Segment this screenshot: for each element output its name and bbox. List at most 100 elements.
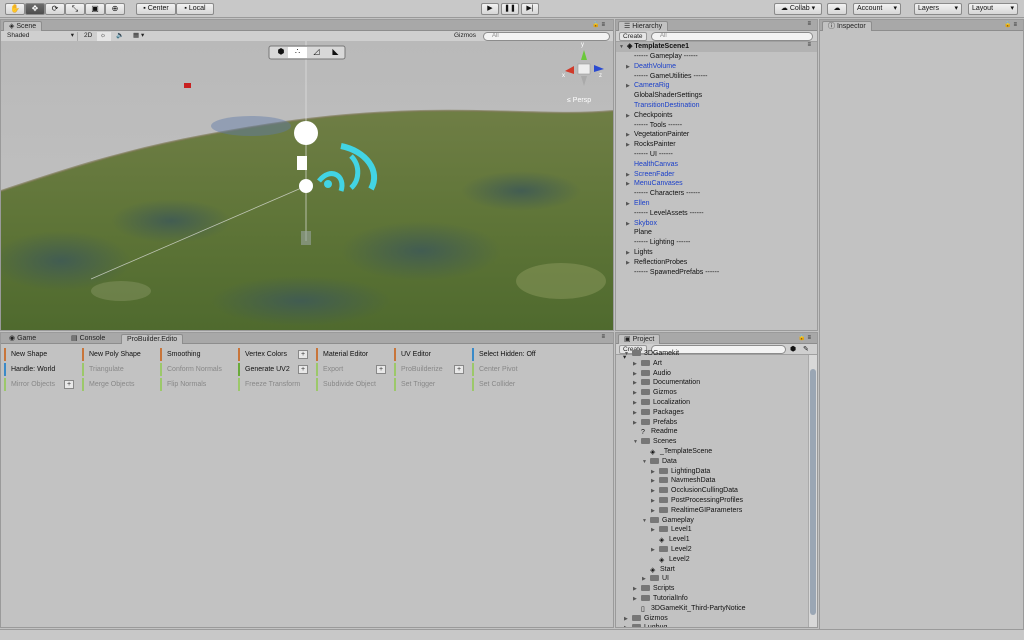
hierarchy-item[interactable]: ▶ Lights bbox=[626, 248, 653, 258]
project-item[interactable]: ▶ Localization bbox=[633, 398, 690, 408]
probuilder-action-button[interactable]: Freeze Transform bbox=[238, 378, 312, 391]
hierarchy-item[interactable]: ------ Lighting ------ bbox=[626, 238, 690, 248]
project-scroll-thumb[interactable] bbox=[810, 369, 816, 615]
hierarchy-item[interactable]: ▶ RocksPainter bbox=[626, 140, 676, 150]
hierarchy-menu-icon[interactable]: ≡ bbox=[807, 21, 811, 27]
project-item[interactable]: ▶ Audio bbox=[633, 369, 671, 379]
move-tool-button[interactable]: ✥ bbox=[25, 3, 45, 15]
project-item[interactable]: ? Readme bbox=[633, 427, 677, 437]
hierarchy-item[interactable]: ------ Gameplay ------ bbox=[626, 52, 698, 62]
effects-dropdown[interactable]: ▦ ▾ bbox=[130, 32, 152, 41]
project-item[interactable]: ▶ LightingData bbox=[651, 467, 710, 477]
project-scrollbar[interactable] bbox=[808, 355, 817, 627]
probuilder-action-button[interactable]: Smoothing bbox=[160, 348, 234, 361]
project-item[interactable]: ▶ Level1 bbox=[651, 525, 692, 535]
hierarchy-item[interactable]: ▶ ScreenFader bbox=[626, 170, 674, 180]
project-item[interactable]: ▼ Data bbox=[642, 457, 677, 467]
project-item[interactable]: ▼ Gameplay bbox=[642, 516, 694, 526]
project-menu-icon[interactable]: 🔒 ≡ bbox=[798, 334, 811, 341]
probuilder-action-button[interactable]: Center Pivot bbox=[472, 363, 546, 376]
hierarchy-scene-row[interactable]: ▼ ◈ TemplateScene1 ≡ bbox=[616, 42, 817, 52]
probuilder-action-button[interactable]: Material Editor bbox=[316, 348, 390, 361]
edge-mode-button[interactable]: ◿ bbox=[308, 47, 325, 58]
expand-arrow-icon[interactable]: ▶ bbox=[624, 624, 632, 627]
gizmos-dropdown[interactable]: Gizmos ▾ bbox=[451, 32, 481, 47]
expand-arrow-icon[interactable]: ▼ bbox=[624, 350, 632, 360]
shading-mode-dropdown[interactable]: Shaded ▾ bbox=[4, 32, 78, 41]
options-plus-button[interactable]: + bbox=[64, 380, 74, 389]
options-plus-button[interactable]: + bbox=[298, 365, 308, 374]
project-item[interactable]: ▶ Gizmos bbox=[633, 388, 677, 398]
scene-search-input[interactable]: All bbox=[483, 32, 610, 41]
project-item[interactable]: ▼ Scenes bbox=[633, 437, 676, 447]
probuilder-action-button[interactable]: Flip Normals bbox=[160, 378, 234, 391]
project-item[interactable]: ▶ NavmeshData bbox=[651, 476, 715, 486]
collab-dropdown[interactable]: ☁ Collab ▾ bbox=[774, 3, 822, 15]
project-item[interactable]: ◈ Level2 bbox=[651, 555, 690, 565]
project-item[interactable]: ▶ TutorialInfo bbox=[633, 594, 688, 604]
probuilder-action-button[interactable]: Set Collider bbox=[472, 378, 546, 391]
light-gizmo[interactable] bbox=[184, 83, 191, 88]
hierarchy-item[interactable]: ▶ Skybox bbox=[626, 219, 657, 229]
panel-menu-icon[interactable]: 🔒 ≡ bbox=[592, 21, 605, 28]
hierarchy-item[interactable]: ▶ Ellen bbox=[626, 199, 650, 209]
hierarchy-search-input[interactable]: All bbox=[651, 32, 813, 41]
probuilder-action-button[interactable]: Set Trigger bbox=[394, 378, 468, 391]
probuilder-action-button[interactable]: New Poly Shape bbox=[82, 348, 156, 361]
play-button[interactable]: ▶ bbox=[481, 3, 499, 15]
tab-probuilder[interactable]: ProBuilder.Edito bbox=[121, 334, 184, 344]
project-item[interactable]: ▶ Level2 bbox=[651, 545, 692, 555]
tab-hierarchy[interactable]: ☰ Hierarchy bbox=[618, 21, 669, 31]
hierarchy-item[interactable]: ------ GameUtilities ------ bbox=[626, 72, 707, 82]
expand-arrow-icon[interactable]: ▼ bbox=[633, 438, 641, 448]
hierarchy-item[interactable]: ------ LevelAssets ------ bbox=[626, 209, 704, 219]
step-button[interactable]: ▶| bbox=[521, 3, 539, 15]
tab-console[interactable]: ▤ Console bbox=[66, 334, 110, 344]
hierarchy-item[interactable]: ▶ DeathVolume bbox=[626, 62, 676, 72]
hierarchy-item[interactable]: ------ Characters ------ bbox=[626, 189, 700, 199]
project-item[interactable]: ▯ 3DGameKit_Third-PartyNotice bbox=[633, 604, 746, 614]
lighting-toggle[interactable]: ☼ bbox=[97, 32, 111, 41]
project-item[interactable]: ◈ Level1 bbox=[651, 535, 690, 545]
layers-dropdown[interactable]: Layers ▾ bbox=[914, 3, 962, 15]
project-item[interactable]: ▶ Gizmos bbox=[624, 614, 668, 624]
hierarchy-item[interactable]: ▶ Checkpoints bbox=[626, 111, 673, 121]
bottom-panel-menu-icon[interactable]: ≡ bbox=[601, 334, 605, 340]
object-mode-button[interactable]: ⬢ bbox=[274, 47, 288, 58]
expand-arrow-icon[interactable]: ▼ bbox=[642, 517, 650, 527]
probuilder-action-button[interactable]: Conform Normals bbox=[160, 363, 234, 376]
face-mode-button[interactable]: ◣ bbox=[327, 47, 344, 58]
persp-label[interactable]: ≤ Persp bbox=[567, 97, 591, 104]
rotate-tool-button[interactable]: ⟳ bbox=[45, 3, 65, 15]
rect-tool-button[interactable]: ▣ bbox=[85, 3, 105, 15]
project-item[interactable]: ◈ _TemplateScene bbox=[642, 447, 712, 457]
project-item[interactable]: ▶ Packages bbox=[633, 408, 684, 418]
hierarchy-item[interactable]: ------ UI ------ bbox=[626, 150, 673, 160]
probuilder-action-button[interactable]: Subdivide Object bbox=[316, 378, 390, 391]
tab-inspector[interactable]: ⓘ Inspector bbox=[822, 21, 872, 31]
hierarchy-create-dropdown[interactable]: Create ▾ bbox=[619, 32, 647, 48]
hierarchy-item[interactable]: TransitionDestination bbox=[626, 101, 700, 111]
transform-tool-button[interactable]: ⊕ bbox=[105, 3, 125, 15]
scene-viewport[interactable]: ⬢ ∴ ◿ ◣ y x z ≤ Persp bbox=[1, 41, 613, 330]
probuilder-action-button[interactable]: Handle: World bbox=[4, 363, 78, 376]
project-item[interactable]: ▼ 3DGamekit bbox=[624, 349, 679, 359]
cloud-services-button[interactable]: ☁ bbox=[827, 3, 847, 15]
project-item[interactable]: ▶ Scripts bbox=[633, 584, 674, 594]
hand-tool-button[interactable]: ✋ bbox=[5, 3, 25, 15]
pivot-mode-button[interactable]: ▪ Center bbox=[136, 3, 176, 15]
tab-scene[interactable]: ◈ Scene bbox=[3, 21, 43, 31]
hierarchy-item[interactable]: ▶ MenuCanvases bbox=[626, 179, 683, 189]
project-item[interactable]: ▶ OcclusionCullingData bbox=[651, 486, 738, 496]
scene-menu-icon[interactable]: ≡ bbox=[807, 42, 811, 48]
hierarchy-item[interactable]: ▶ VegetationPainter bbox=[626, 130, 689, 140]
hierarchy-item[interactable]: HealthCanvas bbox=[626, 160, 678, 170]
project-item[interactable]: ▶ Lugbug bbox=[624, 623, 667, 627]
project-item[interactable]: ▶ UI bbox=[642, 574, 669, 584]
scale-tool-button[interactable]: ⤡ bbox=[65, 3, 85, 15]
probuilder-action-button[interactable]: New Shape bbox=[4, 348, 78, 361]
hierarchy-item[interactable]: Plane bbox=[626, 228, 652, 238]
project-item[interactable]: ▶ Documentation bbox=[633, 378, 700, 388]
expand-arrow-icon[interactable]: ▼ bbox=[642, 458, 650, 468]
hierarchy-item[interactable]: ------ SpawnedPrefabs ------ bbox=[626, 268, 719, 278]
